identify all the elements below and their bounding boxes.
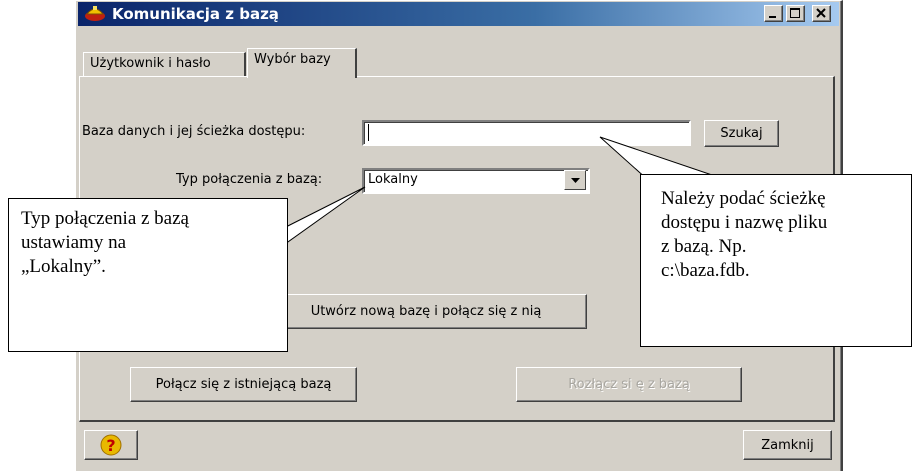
svg-text:?: ?: [106, 436, 115, 455]
close-icon: [816, 8, 826, 18]
left-callout-line: Typ połączenia z bazą: [21, 208, 189, 229]
right-callout-line: dostępu i nazwę pliku: [661, 212, 828, 233]
search-button[interactable]: Szukaj: [704, 120, 779, 147]
maximize-icon: [790, 8, 800, 18]
disconnect-button[interactable]: Rozłącz si ę z bazą: [516, 367, 742, 402]
tab-label: Użytkownik i hasło: [90, 56, 211, 71]
maximize-button[interactable]: [786, 5, 805, 22]
right-callout-line: z bazą. Np.: [661, 236, 747, 257]
left-callout-line: ustawiamy na: [21, 232, 127, 253]
right-callout-line: c:\baza.fdb.: [661, 260, 750, 281]
right-callout-line: Należy podać ścieżkę: [661, 188, 826, 209]
window-title: Komunikacja z bazą: [112, 5, 279, 23]
create-new-db-button[interactable]: Utwórz nową bazę i połącz się z nią: [265, 294, 587, 329]
minimize-button[interactable]: [764, 5, 783, 22]
help-button[interactable]: ?: [84, 430, 138, 460]
left-callout-line: „Lokalny”.: [21, 256, 106, 277]
right-callout: Należy podać ścieżkę dostępu i nazwę pli…: [640, 174, 912, 347]
close-window-button[interactable]: [812, 5, 831, 22]
minimize-icon: [769, 16, 776, 18]
db-path-input[interactable]: [362, 120, 691, 146]
tab-database-select[interactable]: Wybór bazy: [247, 48, 357, 78]
db-path-label: Baza danych i jej ścieżka dostępu:: [82, 124, 306, 139]
conn-type-label: Typ połączenia z bazą:: [176, 172, 323, 187]
chevron-down-icon: [570, 177, 580, 183]
tab-user-password[interactable]: Użytkownik i hasło: [83, 52, 246, 76]
question-mark-icon: ?: [100, 434, 122, 456]
conn-type-value: Lokalny: [368, 172, 418, 187]
app-database-icon: [84, 4, 106, 23]
tab-label: Wybór bazy: [254, 52, 331, 67]
connect-existing-button[interactable]: Połącz się z istniejącą bazą: [130, 367, 357, 402]
dropdown-arrow-button[interactable]: [564, 170, 586, 190]
close-button[interactable]: Zamknij: [743, 430, 832, 460]
left-callout: Typ połączenia z bazą ustawiamy na „Loka…: [8, 198, 288, 352]
text-caret: [368, 124, 369, 141]
